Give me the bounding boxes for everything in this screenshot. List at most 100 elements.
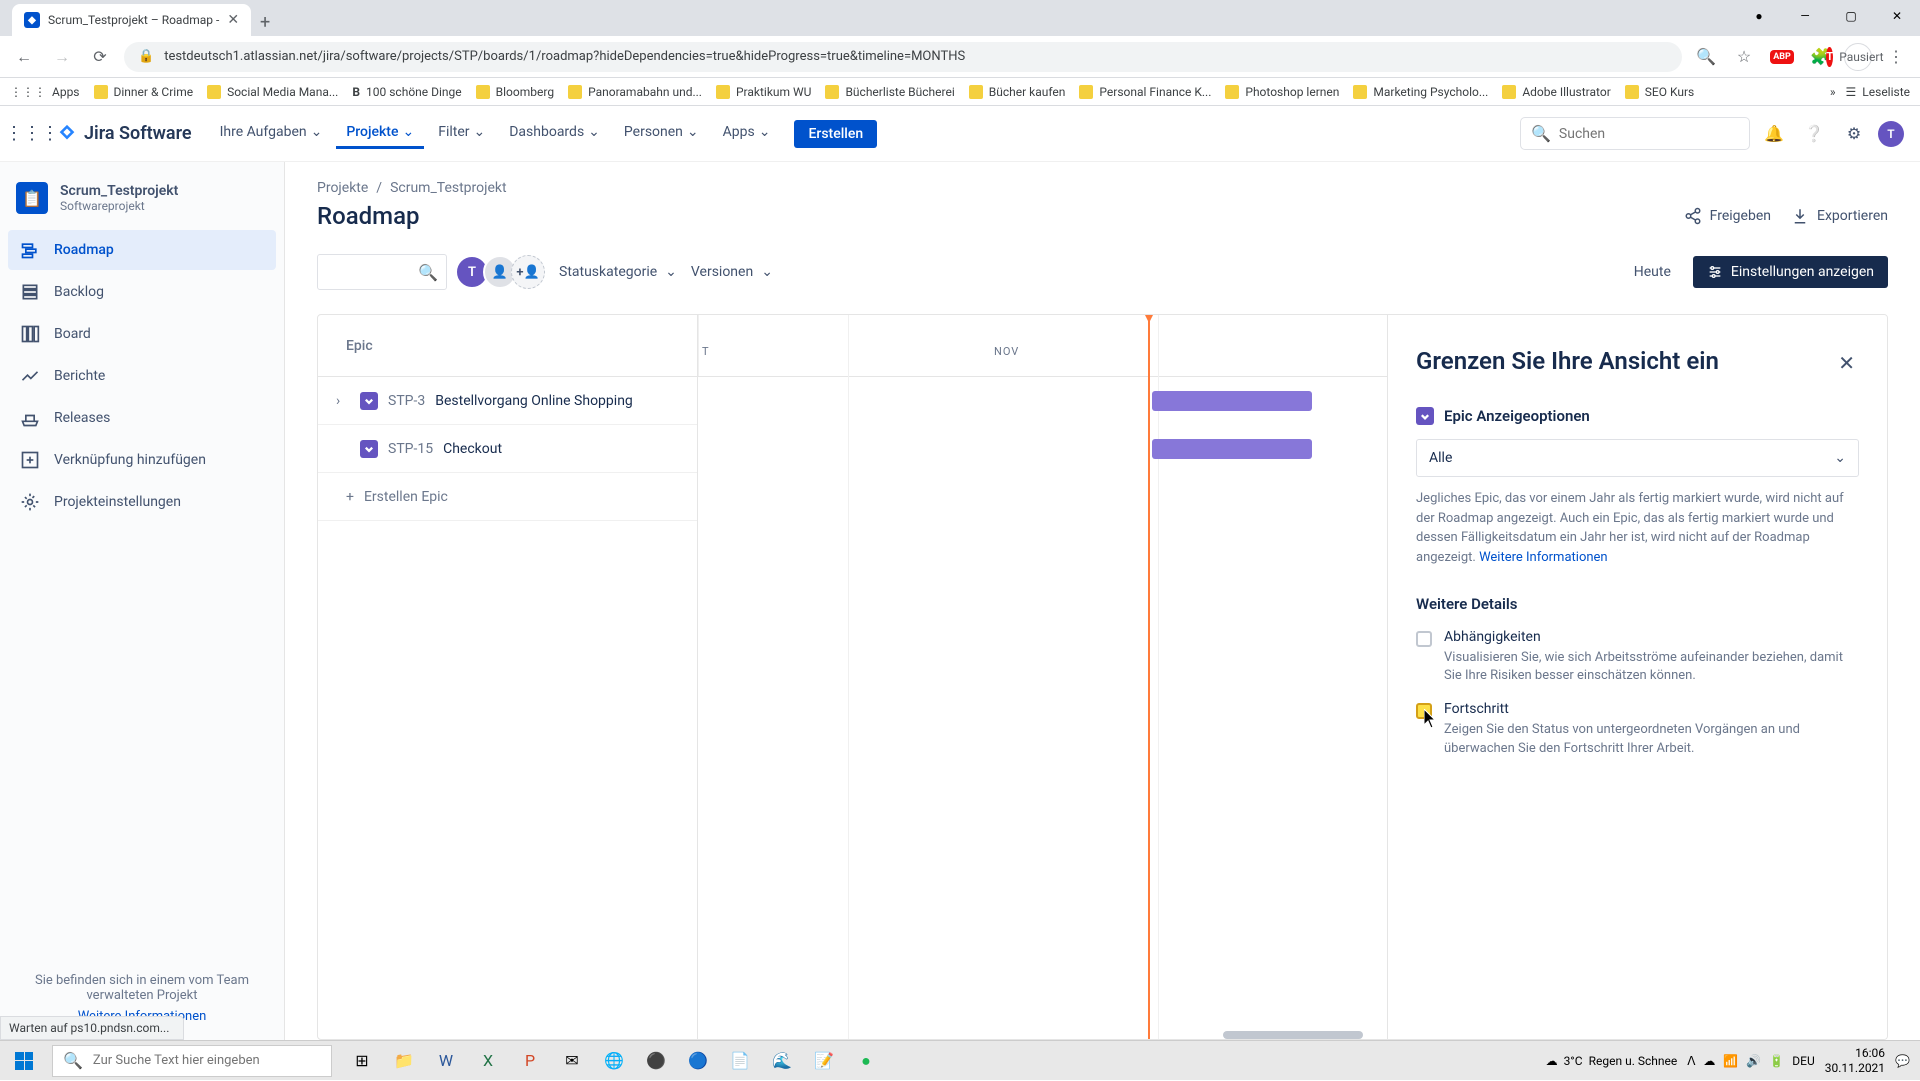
powerpoint-icon[interactable]: P xyxy=(510,1041,550,1081)
app-switcher-icon[interactable]: ⋮⋮⋮ xyxy=(16,118,48,150)
sidebar-item-add-link[interactable]: Verknüpfung hinzufügen xyxy=(8,440,276,480)
nav-apps[interactable]: Apps ⌄ xyxy=(713,118,781,149)
bookmark-item[interactable]: Photoshop lernen xyxy=(1225,85,1339,99)
chrome-menu-icon[interactable]: ⋮ xyxy=(1882,43,1910,71)
battery-icon[interactable]: 🔋 xyxy=(1769,1054,1784,1068)
epic-display-select[interactable]: Alle ⌄ xyxy=(1416,439,1859,477)
task-view-icon[interactable]: ⊞ xyxy=(342,1041,382,1081)
sidebar-project-header[interactable]: 📋 Scrum_Testprojekt Softwareprojekt xyxy=(0,162,284,230)
volume-icon[interactable]: 🔊 xyxy=(1746,1054,1761,1068)
progress-checkbox[interactable] xyxy=(1416,703,1432,719)
help-icon[interactable]: ❔ xyxy=(1798,118,1830,150)
add-people-button[interactable]: +👤 xyxy=(511,255,545,289)
bookmark-item[interactable]: SEO Kurs xyxy=(1625,85,1694,99)
address-bar[interactable]: 🔒 testdeutsch1.atlassian.net/jira/softwa… xyxy=(124,42,1682,72)
obs-icon[interactable]: ⚫ xyxy=(636,1041,676,1081)
word-icon[interactable]: W xyxy=(426,1041,466,1081)
abp-icon[interactable]: ABP xyxy=(1768,43,1796,71)
settings-dot-icon[interactable]: ● xyxy=(1736,0,1782,32)
create-epic-button[interactable]: + Erstellen Epic xyxy=(318,473,697,521)
nav-projects[interactable]: Projekte ⌄ xyxy=(336,118,424,149)
bookmark-item[interactable]: Praktikum WU xyxy=(716,85,811,99)
search-input[interactable] xyxy=(1559,126,1739,142)
app-icon[interactable]: 🔵 xyxy=(678,1041,718,1081)
horizontal-scrollbar[interactable] xyxy=(1223,1031,1363,1039)
epic-row[interactable]: › STP-3 Bestellvorgang Online Shopping xyxy=(318,377,697,425)
status-category-filter[interactable]: Statuskategorie ⌄ xyxy=(559,264,677,280)
sidebar-item-roadmap[interactable]: Roadmap xyxy=(8,230,276,270)
start-button[interactable] xyxy=(0,1041,48,1081)
today-button[interactable]: Heute xyxy=(1622,256,1683,288)
user-avatar[interactable]: T xyxy=(1878,121,1904,147)
breadcrumb-project[interactable]: Scrum_Testprojekt xyxy=(390,180,507,196)
browser-tab[interactable]: ◆ Scrum_Testprojekt – Roadmap - ✕ xyxy=(12,4,251,36)
bookmark-item[interactable]: Dinner & Crime xyxy=(94,85,194,99)
epic-bar[interactable] xyxy=(1152,439,1312,459)
create-button[interactable]: Erstellen xyxy=(794,120,877,148)
nav-people[interactable]: Personen ⌄ xyxy=(614,118,709,149)
assignee-filter[interactable]: T 👤 +👤 xyxy=(461,255,545,289)
bookmarks-overflow[interactable]: » xyxy=(1830,85,1836,99)
notepad-icon[interactable]: 📝 xyxy=(804,1041,844,1081)
weather-widget[interactable]: ☁ 3°C Regen u. Schnee xyxy=(1546,1054,1678,1068)
export-button[interactable]: Exportieren xyxy=(1791,207,1888,225)
bookmark-item[interactable]: Bloomberg xyxy=(476,85,554,99)
bookmark-star-icon[interactable]: ☆ xyxy=(1730,43,1758,71)
sidebar-item-project-settings[interactable]: Projekteinstellungen xyxy=(8,482,276,522)
tray-chevron-icon[interactable]: ᐱ xyxy=(1687,1054,1695,1068)
nav-filters[interactable]: Filter ⌄ xyxy=(428,118,495,149)
bookmark-item[interactable]: Marketing Psycholo... xyxy=(1353,85,1488,99)
bookmark-item[interactable]: Adobe Illustrator xyxy=(1502,85,1610,99)
spotify-icon[interactable]: ● xyxy=(846,1041,886,1081)
new-tab-button[interactable]: + xyxy=(251,8,279,36)
share-button[interactable]: Freigeben xyxy=(1684,207,1771,225)
bookmark-item[interactable]: Personal Finance K... xyxy=(1079,85,1211,99)
sidebar-item-board[interactable]: Board xyxy=(8,314,276,354)
roadmap-search[interactable]: 🔍 xyxy=(317,254,447,290)
bookmark-item[interactable]: Panoramabahn und... xyxy=(568,85,702,99)
epic-bar[interactable] xyxy=(1152,391,1312,411)
versions-filter[interactable]: Versionen ⌄ xyxy=(691,264,773,280)
nav-your-work[interactable]: Ihre Aufgaben ⌄ xyxy=(210,118,333,149)
maximize-button[interactable]: ▢ xyxy=(1828,0,1874,32)
close-tab-icon[interactable]: ✕ xyxy=(227,12,239,28)
wifi-icon[interactable]: 📶 xyxy=(1723,1054,1738,1068)
mail-icon[interactable]: ✉ xyxy=(552,1041,592,1081)
app-icon[interactable]: 📄 xyxy=(720,1041,760,1081)
excel-icon[interactable]: X xyxy=(468,1041,508,1081)
notifications-icon[interactable]: 🔔 xyxy=(1758,118,1790,150)
onedrive-icon[interactable]: ☁ xyxy=(1703,1054,1715,1068)
more-info-link[interactable]: Weitere Informationen xyxy=(1479,550,1608,565)
reload-button[interactable]: ⟳ xyxy=(86,43,114,71)
breadcrumb-projects[interactable]: Projekte xyxy=(317,180,368,196)
bookmark-item[interactable]: B100 schöne Dinge xyxy=(352,85,461,99)
close-panel-button[interactable]: ✕ xyxy=(1834,347,1859,379)
taskbar-search-input[interactable] xyxy=(93,1053,321,1068)
minimize-button[interactable]: — xyxy=(1782,0,1828,32)
zoom-icon[interactable]: 🔍 xyxy=(1692,43,1720,71)
taskbar-search[interactable]: 🔍 xyxy=(52,1045,332,1077)
bookmark-item[interactable]: Bücher kaufen xyxy=(969,85,1066,99)
chrome-icon[interactable]: 🌐 xyxy=(594,1041,634,1081)
sidebar-item-reports[interactable]: Berichte xyxy=(8,356,276,396)
sidebar-item-releases[interactable]: Releases xyxy=(8,398,276,438)
reading-list[interactable]: ☰Leseliste xyxy=(1846,85,1910,99)
notification-center-icon[interactable]: 💬 xyxy=(1895,1054,1910,1068)
expand-icon[interactable]: › xyxy=(336,393,350,409)
profile-button[interactable]: T Pausiert xyxy=(1844,43,1872,71)
close-window-button[interactable]: ✕ xyxy=(1874,0,1920,32)
dependencies-checkbox[interactable] xyxy=(1416,631,1432,647)
jira-logo[interactable]: Jira Software xyxy=(56,123,192,145)
global-search[interactable]: 🔍 xyxy=(1520,117,1750,150)
edge-icon[interactable]: 🌊 xyxy=(762,1041,802,1081)
file-explorer-icon[interactable]: 📁 xyxy=(384,1041,424,1081)
forward-button[interactable]: → xyxy=(48,43,76,71)
show-settings-button[interactable]: Einstellungen anzeigen xyxy=(1693,256,1888,288)
sidebar-item-backlog[interactable]: Backlog xyxy=(8,272,276,312)
epic-row[interactable]: STP-15 Checkout xyxy=(318,425,697,473)
apps-shortcut[interactable]: ⋮⋮⋮Apps xyxy=(10,85,80,99)
bookmark-item[interactable]: Social Media Mana... xyxy=(207,85,338,99)
language-indicator[interactable]: DEU xyxy=(1792,1054,1814,1068)
back-button[interactable]: ← xyxy=(10,43,38,71)
nav-dashboards[interactable]: Dashboards ⌄ xyxy=(499,118,610,149)
